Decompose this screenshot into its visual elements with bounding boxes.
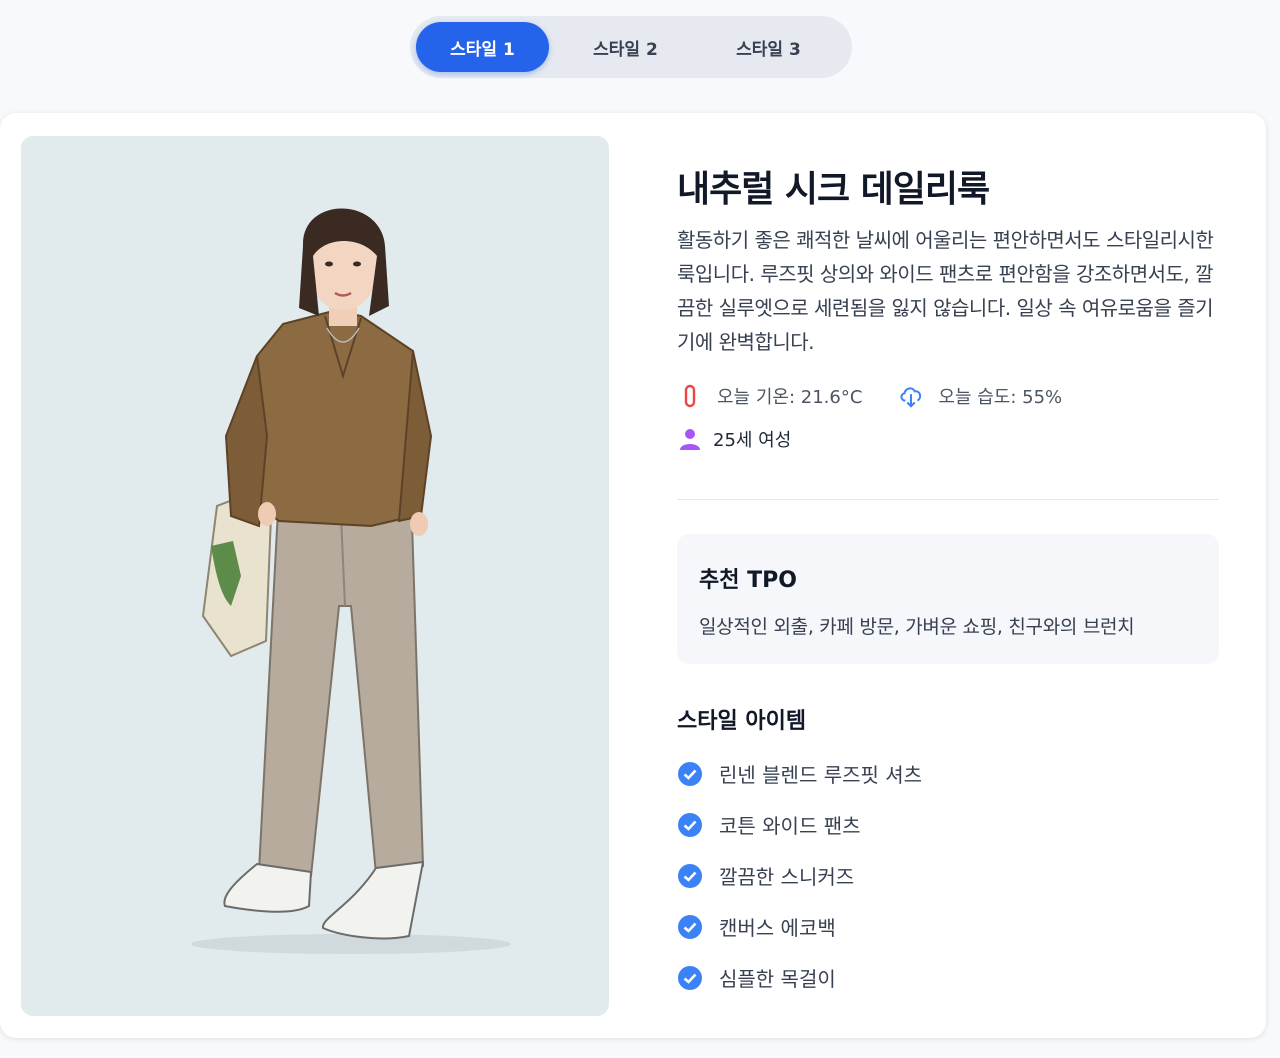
- divider: [677, 499, 1219, 500]
- item-label: 심플한 목걸이: [719, 967, 836, 991]
- look-description: 활동하기 좋은 쾌적한 날씨에 어울리는 편안하면서도 스타일리시한 룩입니다.…: [677, 228, 1214, 354]
- list-item: 린넨 블렌드 루즈핏 셔츠: [677, 759, 922, 788]
- list-item: 심플한 목걸이: [677, 963, 836, 992]
- list-item: 캔버스 에코백: [677, 912, 836, 941]
- look-card: 내추럴 시크 데일리룩 활동하기 좋은 쾌적한 날씨에 어울리는 편안하면서도 …: [0, 113, 1266, 1038]
- look-title: 내추럴 시크 데일리룩: [677, 169, 990, 210]
- person-icon: [677, 426, 703, 452]
- weather-row: 오늘 기온: 21.6°C 오늘 습도: 55%: [677, 383, 1062, 409]
- check-circle-icon: [678, 965, 702, 990]
- tpo-text: 일상적인 외출, 카페 방문, 가벼운 쇼핑, 친구와의 브런치: [699, 616, 1135, 638]
- tpo-box: 추천 TPO 일상적인 외출, 카페 방문, 가벼운 쇼핑, 친구와의 브런치: [677, 534, 1219, 664]
- item-label: 린넨 블렌드 루즈핏 셔츠: [719, 763, 923, 787]
- style-tabs: 스타일 1 스타일 2 스타일 3: [410, 16, 852, 78]
- list-item: 깔끔한 스니커즈: [677, 861, 854, 890]
- list-item: 코튼 와이드 팬츠: [677, 810, 861, 839]
- tab-style-2[interactable]: 스타일 2: [559, 22, 692, 72]
- humidity-text: 오늘 습도: 55%: [938, 387, 1063, 408]
- item-label: 깔끔한 스니커즈: [719, 865, 855, 889]
- item-label: 코튼 와이드 팬츠: [719, 814, 861, 838]
- outfit-figure: [191, 208, 511, 954]
- cloud-download-icon: [898, 383, 924, 409]
- item-label: 캔버스 에코백: [719, 916, 836, 940]
- items-title: 스타일 아이템: [677, 709, 807, 734]
- tpo-title: 추천 TPO: [699, 568, 797, 593]
- tab-style-3[interactable]: 스타일 3: [702, 22, 835, 72]
- audience-row: 25세 여성: [677, 426, 791, 452]
- check-circle-icon: [678, 914, 702, 939]
- check-circle-icon: [678, 812, 702, 837]
- outfit-illustration: [21, 136, 609, 1016]
- check-circle-icon: [678, 761, 702, 786]
- tab-style-1[interactable]: 스타일 1: [416, 22, 549, 72]
- check-circle-icon: [678, 863, 702, 888]
- temperature-text: 오늘 기온: 21.6°C: [717, 387, 863, 408]
- thermometer-icon: [677, 383, 703, 409]
- audience-text: 25세 여성: [713, 430, 792, 451]
